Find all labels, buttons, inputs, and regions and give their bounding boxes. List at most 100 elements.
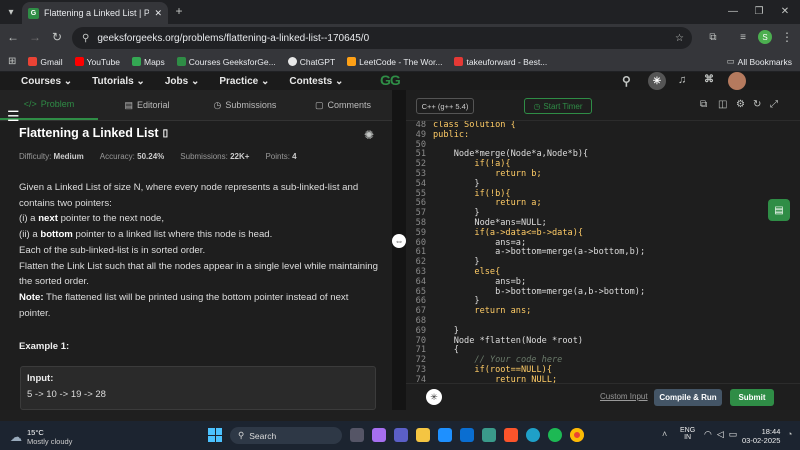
- start-timer-button[interactable]: ◷ Start Timer: [524, 98, 592, 114]
- compile-run-button[interactable]: Compile & Run: [654, 389, 722, 406]
- address-bar-row: ← → ↻ ⚲ geeksforgeeks.org/problems/flatt…: [0, 24, 800, 52]
- nav-tutorials[interactable]: Tutorials ⌄: [92, 76, 145, 87]
- history-icon: ◷: [213, 99, 222, 110]
- bookmark-star-icon[interactable]: ☆: [675, 33, 684, 44]
- site-search-icon[interactable]: ⚲: [622, 74, 631, 88]
- custom-input-link[interactable]: Custom Input: [600, 392, 648, 401]
- gmail-icon: [28, 57, 38, 66]
- bookmark-leetcode[interactable]: LeetCode - The Wor...: [347, 57, 442, 67]
- system-tray[interactable]: ◠ ◁ ▭: [704, 429, 737, 440]
- reset-icon[interactable]: ↻: [753, 99, 761, 110]
- desc-text: pointer to a linked list where this node…: [72, 229, 273, 241]
- profile-avatar[interactable]: S: [758, 30, 772, 44]
- nav-practice[interactable]: Practice ⌄: [219, 76, 269, 87]
- desc-line: Flatten the Link List such that all the …: [19, 260, 378, 288]
- code-text: return ans;: [433, 306, 532, 317]
- bookmark-chatgpt[interactable]: ChatGPT: [287, 57, 335, 67]
- extensions-icon[interactable]: ⧉: [706, 30, 720, 44]
- start-button[interactable]: [208, 428, 222, 442]
- bookmark-icon[interactable]: ▯: [163, 128, 169, 139]
- nav-courses[interactable]: Courses ⌄: [21, 76, 72, 87]
- minimize-icon[interactable]: —: [726, 4, 740, 18]
- nav-contests[interactable]: Contests ⌄: [289, 76, 343, 87]
- split-icon[interactable]: ◫: [718, 99, 727, 110]
- notification-center-icon[interactable]: ◔: [787, 429, 792, 439]
- browser-tab-active[interactable]: G Flattening a Linked List | Practic ✕: [22, 2, 168, 24]
- site-nav: Courses ⌄ Tutorials ⌄ Jobs ⌄ Practice ⌄ …: [0, 72, 800, 90]
- bookmark-gfg-courses[interactable]: Courses GeeksforGe...: [176, 56, 276, 67]
- code-text: return NULL;: [433, 374, 558, 383]
- url-field[interactable]: ⚲ geeksforgeeks.org/problems/flattening-…: [72, 27, 692, 49]
- desc-text: (i) a: [19, 213, 39, 225]
- editorial-icon: ▤: [124, 99, 133, 110]
- spotify-icon[interactable]: [548, 428, 562, 442]
- close-window-icon[interactable]: ✕: [778, 4, 792, 18]
- points-label: Points:: [265, 152, 290, 161]
- user-avatar[interactable]: [728, 72, 746, 90]
- problem-title: Flattening a Linked List: [19, 126, 159, 140]
- bookmark-label: Courses GeeksforGe...: [188, 56, 276, 67]
- nav-jobs[interactable]: Jobs ⌄: [165, 76, 200, 87]
- forward-icon[interactable]: →: [28, 30, 42, 44]
- translate-icon[interactable]: ⌘: [704, 74, 714, 85]
- youtube-icon: [74, 57, 84, 66]
- code-area[interactable]: 48 class Solution {49 public: 50 51 Node*mer…: [406, 121, 800, 383]
- back-icon[interactable]: ←: [6, 30, 20, 44]
- gfg-logo[interactable]: GG: [380, 72, 401, 88]
- store-icon[interactable]: [438, 428, 452, 442]
- tab-close-icon[interactable]: ✕: [154, 8, 162, 19]
- edge-icon[interactable]: [526, 428, 540, 442]
- bookmark-gmail[interactable]: Gmail: [28, 56, 63, 67]
- photos-icon[interactable]: [482, 428, 496, 442]
- code-icon: </>: [23, 99, 37, 109]
- tab-comments[interactable]: ▢ Comments: [294, 90, 392, 120]
- desc-line: Each of the sub-linked-list is in sorted…: [19, 244, 206, 256]
- bookmark-takeuforward[interactable]: takeuforward - Best...: [454, 57, 547, 67]
- chat-fab-icon[interactable]: ▤: [768, 199, 790, 221]
- bookmark-youtube[interactable]: YouTube: [74, 56, 120, 67]
- brave-icon[interactable]: [504, 428, 518, 442]
- tray-chevron-icon[interactable]: ˄: [662, 429, 667, 439]
- tab-search-icon[interactable]: ▾: [4, 5, 18, 19]
- submissions-label: Submissions:: [180, 152, 228, 161]
- mail-icon[interactable]: [460, 428, 474, 442]
- site-info-icon[interactable]: ⚲: [82, 33, 89, 44]
- taskbar-search[interactable]: ⚲ Search: [230, 427, 342, 444]
- ai-assist-icon[interactable]: ✳: [426, 389, 442, 405]
- bookmarks-bar: ⊞ Gmail YouTube Maps Courses GeeksforGe.…: [0, 52, 800, 72]
- notification-bell-icon[interactable]: ♫: [678, 74, 686, 86]
- bookmark-maps[interactable]: Maps: [132, 57, 165, 67]
- code-line: 68: [406, 316, 800, 327]
- theme-toggle-icon[interactable]: ✳: [648, 72, 666, 90]
- submit-button[interactable]: Submit: [730, 389, 774, 406]
- accuracy: Accuracy: 50.24%: [100, 152, 165, 161]
- tab-submissions[interactable]: ◷ Submissions: [196, 90, 294, 120]
- chrome-icon[interactable]: [570, 428, 584, 442]
- file-explorer-icon[interactable]: [416, 428, 430, 442]
- panel-splitter[interactable]: ⇔: [392, 90, 406, 410]
- bookmark-label: Gmail: [40, 56, 63, 67]
- gfg-icon: [176, 57, 186, 66]
- resize-handle-icon[interactable]: ⇔: [392, 234, 406, 248]
- restore-icon[interactable]: ❐: [752, 4, 766, 18]
- teams-icon[interactable]: [394, 428, 408, 442]
- task-view-icon[interactable]: [350, 428, 364, 442]
- all-bookmarks[interactable]: ▭ All Bookmarks: [727, 56, 792, 67]
- hamburger-menu-icon[interactable]: ☰: [7, 108, 20, 125]
- language-indicator[interactable]: ENG IN: [680, 427, 695, 441]
- weather-widget[interactable]: ☁ 15°C Mostly cloudy: [10, 428, 72, 446]
- media-control-icon[interactable]: ≡: [736, 30, 750, 44]
- browser-menu-icon[interactable]: ⋮: [780, 30, 794, 44]
- new-tab-icon[interactable]: +: [172, 4, 186, 18]
- reload-icon[interactable]: ↻: [50, 30, 64, 44]
- fullscreen-icon[interactable]: ⤢: [770, 99, 778, 110]
- copilot-icon[interactable]: [372, 428, 386, 442]
- report-bug-icon[interactable]: ✺: [364, 128, 374, 142]
- settings-icon[interactable]: ⚙: [736, 99, 745, 110]
- copy-icon[interactable]: ⧉: [700, 99, 707, 110]
- clock[interactable]: 18:44 03-02-2025: [742, 427, 780, 445]
- bookmark-label: YouTube: [86, 56, 120, 67]
- language-select[interactable]: C++ (g++ 5.4): [416, 98, 474, 114]
- tab-editorial[interactable]: ▤ Editorial: [98, 90, 196, 120]
- apps-grid-icon[interactable]: ⊞: [8, 56, 16, 67]
